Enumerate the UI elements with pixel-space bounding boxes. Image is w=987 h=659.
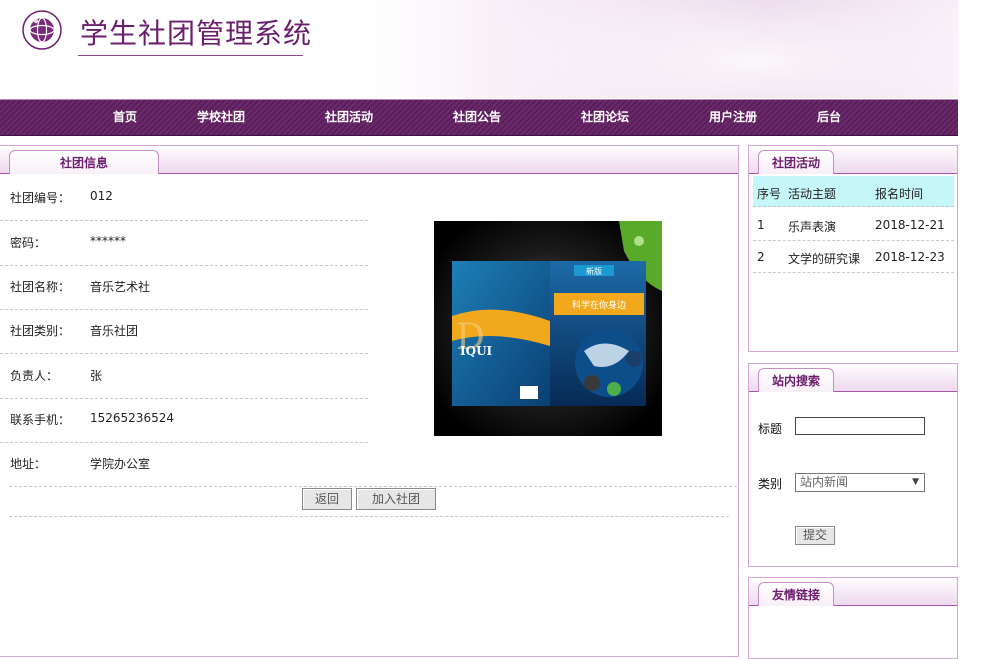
site-search-panel: 站内搜索 标题 类别 站内新闻 ▼ 提交: [748, 363, 958, 567]
site-title: 学生社团管理系统: [80, 17, 313, 50]
nav-item-school-clubs[interactable]: 学校社团: [190, 100, 252, 135]
search-header: 站内搜索: [749, 364, 957, 392]
search-type-select[interactable]: 站内新闻 ▼: [795, 473, 925, 492]
col-header-no: 序号: [757, 187, 782, 201]
nav-item-user-register[interactable]: 用户注册: [702, 100, 764, 135]
nav-item-home[interactable]: 首页: [100, 100, 150, 135]
club-category-value: 音乐社团: [90, 324, 139, 338]
title-label: 标题: [758, 422, 783, 436]
row-no: 1: [757, 218, 765, 232]
tab-club-activities[interactable]: 社团活动: [758, 150, 834, 174]
field-label: 社团名称：: [10, 280, 71, 294]
row-date: 2018-12-21: [875, 218, 945, 232]
school-logo-icon: [22, 10, 62, 50]
info-row-leader: 负责人： 张: [0, 354, 368, 399]
info-row-club-name: 社团名称： 音乐艺术社: [0, 265, 368, 310]
table-row[interactable]: 1 乐声表演 2018-12-21: [753, 209, 954, 241]
field-label: 社团类别：: [10, 324, 71, 338]
field-label: 负责人：: [10, 369, 59, 383]
info-row-address: 地址： 学院办公室: [9, 442, 737, 487]
links-header: 友情链接: [749, 578, 957, 606]
password-value: ******: [90, 234, 126, 248]
cover-title: 科学在你身边: [572, 299, 626, 311]
row-no: 2: [757, 250, 765, 264]
nav-item-admin[interactable]: 后台: [810, 100, 848, 135]
tab-friend-links[interactable]: 友情链接: [758, 582, 834, 606]
club-id-value: 012: [90, 189, 113, 203]
info-row-phone: 联系手机： 15265236524: [0, 398, 368, 443]
activities-panel: 社团活动 序号 活动主题 报名时间 1 乐声表演 2018-12-21 2 文学…: [748, 145, 958, 352]
nav-item-club-activities[interactable]: 社团活动: [318, 100, 380, 135]
col-header-topic: 活动主题: [788, 187, 837, 201]
field-label: 联系手机：: [10, 413, 71, 427]
nav-item-club-forum[interactable]: 社团论坛: [574, 100, 636, 135]
type-label: 类别: [758, 477, 783, 491]
info-row-club-category: 社团类别： 音乐社团: [0, 309, 368, 354]
row-topic[interactable]: 文学的研究课: [788, 250, 860, 267]
field-label: 密码：: [10, 236, 47, 250]
club-cover-image: D IQUI 新版 科学在你身边: [434, 221, 662, 436]
tab-site-search[interactable]: 站内搜索: [758, 368, 834, 392]
club-info-panel: 社团信息 社团编号： 012 密码： ****** 社团名称： 音乐艺术社 社团…: [0, 145, 739, 657]
header-decoration: [420, 0, 958, 98]
row-date: 2018-12-23: [875, 250, 945, 264]
table-row[interactable]: 2 文学的研究课 2018-12-23: [753, 241, 954, 273]
title-underline: [78, 55, 303, 56]
search-type-selected: 站内新闻: [800, 475, 849, 489]
info-row-club-id: 社团编号： 012: [0, 176, 368, 221]
info-row-password: 密码： ******: [0, 221, 368, 266]
leader-value: 张: [90, 369, 103, 383]
field-label: 社团编号：: [10, 191, 71, 205]
col-header-date: 报名时间: [875, 187, 924, 201]
search-title-input[interactable]: [795, 417, 925, 435]
cover-spine-text: IQUI: [460, 344, 493, 358]
join-club-button[interactable]: 加入社团: [356, 488, 436, 510]
club-info-header: 社团信息: [0, 146, 738, 174]
address-value: 学院办公室: [90, 457, 151, 471]
field-label: 地址：: [10, 457, 47, 471]
main-nav: 首页 学校社团 社团活动 社团公告 社团论坛 用户注册 后台: [0, 99, 958, 136]
submit-button[interactable]: 提交: [795, 526, 835, 545]
phone-value: 15265236524: [90, 411, 174, 425]
site-header: 学生社团管理系统: [0, 0, 958, 98]
chevron-down-icon: ▼: [912, 477, 919, 487]
activities-table-header: 序号 活动主题 报名时间: [753, 176, 954, 207]
back-button[interactable]: 返回: [302, 488, 352, 510]
row-topic[interactable]: 乐声表演: [788, 218, 836, 235]
tab-club-info[interactable]: 社团信息: [9, 150, 159, 174]
friend-links-panel: 友情链接: [748, 577, 958, 659]
activities-header: 社团活动: [749, 146, 957, 174]
nav-item-club-announcements[interactable]: 社团公告: [446, 100, 508, 135]
cover-badge: 新版: [586, 266, 602, 276]
club-name-value: 音乐艺术社: [90, 280, 151, 294]
